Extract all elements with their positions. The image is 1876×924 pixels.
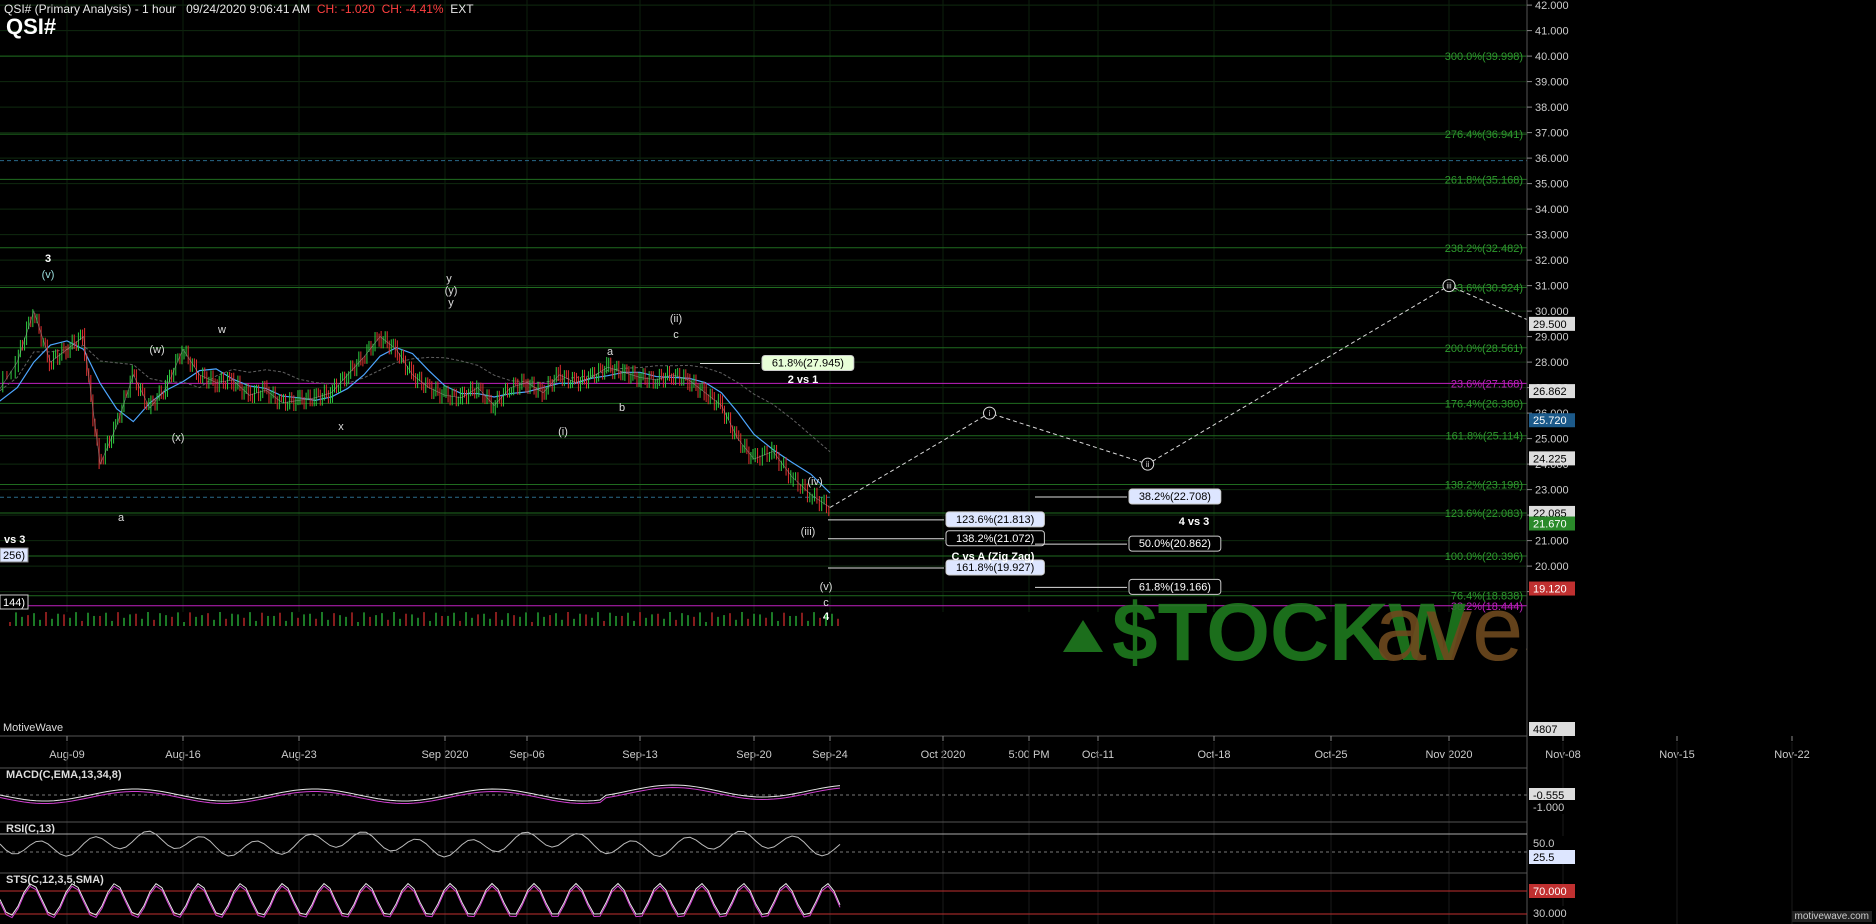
wave-label: c <box>823 597 829 609</box>
y-tick-label: 21.000 <box>1535 536 1569 548</box>
fib-level-label: 261.8%(35.168) <box>1445 174 1523 186</box>
y-tick-label: 28.000 <box>1535 357 1569 369</box>
price-tag-label: 21.670 <box>1533 519 1567 531</box>
fib-level-label: 238.2%(32.482) <box>1445 243 1523 255</box>
indicator-tag-label: 70.000 <box>1533 886 1567 898</box>
fib-level-label: 123.6%(22.083) <box>1445 508 1523 520</box>
y-tick-label: 29.000 <box>1535 332 1569 344</box>
y-tick-label: 31.000 <box>1535 281 1569 293</box>
wave-label: (iii) <box>801 526 816 538</box>
indicator-tag-label: 30.000 <box>1533 908 1567 920</box>
target-box-label: 123.6%(21.813) <box>956 514 1034 526</box>
chart-canvas: 300.0%(39.998) 276.4%(36.941) 261.8%(35.16… <box>0 0 1876 924</box>
y-tick-label: 34.000 <box>1535 204 1569 216</box>
price-tag-label: 24.225 <box>1533 453 1567 465</box>
y-tick-label: 32.000 <box>1535 255 1569 267</box>
y-tick-label: 25.000 <box>1535 434 1569 446</box>
y-tick-label: 41.000 <box>1535 26 1569 38</box>
target-box-label: 161.8%(19.927) <box>956 562 1034 574</box>
fib-level-label: 161.8%(25.114) <box>1446 431 1523 443</box>
y-tick-label: 20.000 <box>1535 561 1569 573</box>
fib-level-label: 300.0%(39.998) <box>1445 51 1523 63</box>
y-tick-label: 33.000 <box>1535 230 1569 242</box>
wave-label: (i) <box>558 426 568 438</box>
y-tick-label: 39.000 <box>1535 77 1569 89</box>
indicator-tag-label: 50.0 <box>1533 838 1554 850</box>
wave-label: (v) <box>42 269 55 281</box>
fib-level-label: 200.0%(28.561) <box>1445 343 1523 355</box>
wave-label: (v) <box>820 581 833 593</box>
left-tag: 144) <box>3 597 25 609</box>
target-box-label: 61.8%(27.945) <box>772 358 844 370</box>
change-pct: CH: -4.41% <box>381 2 444 16</box>
right-axis-bg <box>1527 0 1876 924</box>
motivewave-watermark: MotiveWave <box>3 722 64 734</box>
indicator-tag-label: 25.5 <box>1533 852 1554 864</box>
projection-wave-label: i <box>989 409 991 418</box>
wave-label: y <box>448 297 454 309</box>
fib-level-label: 138.2%(23.198) <box>1445 480 1523 492</box>
chart-header: QSI# (Primary Analysis) - 1 hour 09/24/2… <box>4 2 474 16</box>
wave-label: b <box>619 402 625 414</box>
y-tick-label: 35.000 <box>1535 179 1569 191</box>
wave-label: (iv) <box>807 476 822 488</box>
y-tick-label: 37.000 <box>1535 128 1569 140</box>
target-box-label: 138.2%(21.072) <box>956 533 1034 545</box>
projection-wave-label: iii <box>1446 282 1452 291</box>
y-tick-label: 36.000 <box>1535 153 1569 165</box>
projection-wave-label: ii <box>1146 460 1150 469</box>
price-tag-label: 19.120 <box>1533 584 1567 596</box>
fib-level-label: 276.4%(36.941) <box>1445 129 1523 141</box>
price-line <box>0 310 831 508</box>
annotation-2-vs-1: 2 vs 1 <box>788 374 819 386</box>
price-tag-label: 26.862 <box>1533 386 1567 398</box>
chart-datetime: 09/24/2020 9:06:41 AM <box>186 2 311 16</box>
annotation-4-vs-3: 4 vs 3 <box>1179 516 1210 528</box>
indicator-tag-label: -1.000 <box>1533 802 1564 814</box>
wave-label: x <box>338 421 344 433</box>
volume-tag-label: 4807 <box>1533 724 1557 736</box>
wave-label: a <box>607 346 614 358</box>
change-abs: CH: -1.020 <box>316 2 375 16</box>
price-tag-label: 25.720 <box>1533 415 1567 427</box>
logo-triangle <box>1063 620 1103 652</box>
y-tick-label: 38.000 <box>1535 102 1569 114</box>
wave-label: (ii) <box>670 313 682 325</box>
y-tick-label: 23.000 <box>1535 485 1569 497</box>
indicator-title: STS(C,12,3,5,SMA) <box>6 874 104 886</box>
indicator-title: MACD(C,EMA,13,34,8) <box>6 769 122 781</box>
wave-label: (y) <box>445 285 458 297</box>
wave-label: a <box>118 512 125 524</box>
target-box-label: 38.2%(22.708) <box>1139 491 1211 503</box>
y-tick-label: 40.000 <box>1535 51 1569 63</box>
symbol-label: QSI# <box>6 14 57 39</box>
price-tag-label: 29.500 <box>1533 319 1567 331</box>
y-tick-label: 42.000 <box>1535 0 1569 12</box>
fib-level-label: 100.0%(20.396) <box>1445 551 1523 563</box>
y-tick-label: 30.000 <box>1535 306 1569 318</box>
indicator-line <box>0 882 841 916</box>
target-box-label: 50.0%(20.862) <box>1139 538 1211 550</box>
annotation-vs-3: vs 3 <box>4 534 25 546</box>
wave-label: 3 <box>45 253 51 265</box>
wave-label: y <box>446 273 452 285</box>
wave-label: w <box>217 324 226 336</box>
indicator-title: RSI(C,13) <box>6 823 55 835</box>
wave-label: c <box>673 329 679 341</box>
fib-level-label: 176.4%(26.380) <box>1445 398 1523 410</box>
annotation-c-vs-a: C vs A (Zig Zag) <box>952 551 1035 563</box>
credit-label: motivewave.com <box>1791 911 1872 922</box>
indicator-line <box>0 830 841 858</box>
wave-label: (w) <box>149 344 164 356</box>
left-tag: 256) <box>3 550 25 562</box>
session-label: EXT <box>450 2 474 16</box>
wave-label: (x) <box>172 432 185 444</box>
fib-level-label: 23.6%(27.168) <box>1451 378 1523 390</box>
